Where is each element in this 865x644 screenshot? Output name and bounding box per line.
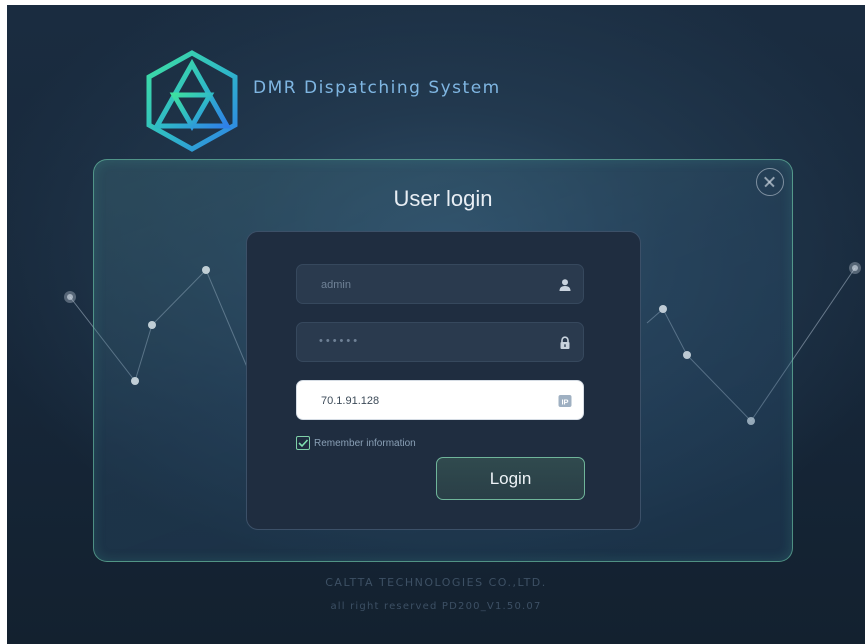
ip-badge-icon: IP [558, 395, 572, 407]
remember-checkbox[interactable] [296, 436, 310, 450]
hexagon-triangle-logo-icon [146, 50, 238, 152]
remember-option[interactable]: Remember information [296, 435, 416, 451]
user-icon [559, 279, 571, 291]
password-field[interactable]: •••••• [296, 322, 584, 362]
username-input[interactable] [319, 265, 543, 305]
login-title: User login [393, 186, 493, 211]
lock-icon [560, 336, 570, 349]
svg-text:IP: IP [561, 397, 568, 406]
password-input[interactable]: •••••• [319, 335, 360, 347]
server-ip-field[interactable]: IP [296, 380, 584, 421]
check-icon [298, 439, 309, 448]
login-panel: User login •••••• [93, 159, 793, 562]
remember-label: Remember information [314, 437, 416, 449]
system-title: DMR Dispatching System [253, 78, 501, 98]
server-ip-input[interactable] [319, 381, 543, 421]
login-screen: DMR Dispatching System User login •••••• [7, 5, 865, 644]
username-field[interactable] [296, 264, 584, 305]
login-form: •••••• IP [246, 231, 641, 530]
login-button[interactable]: Login [436, 457, 585, 500]
copyright-version: all right reserved PD200_V1.50.07 [330, 601, 542, 612]
company-name: CALTTA TECHNOLOGIES CO.,LTD. [325, 576, 547, 589]
